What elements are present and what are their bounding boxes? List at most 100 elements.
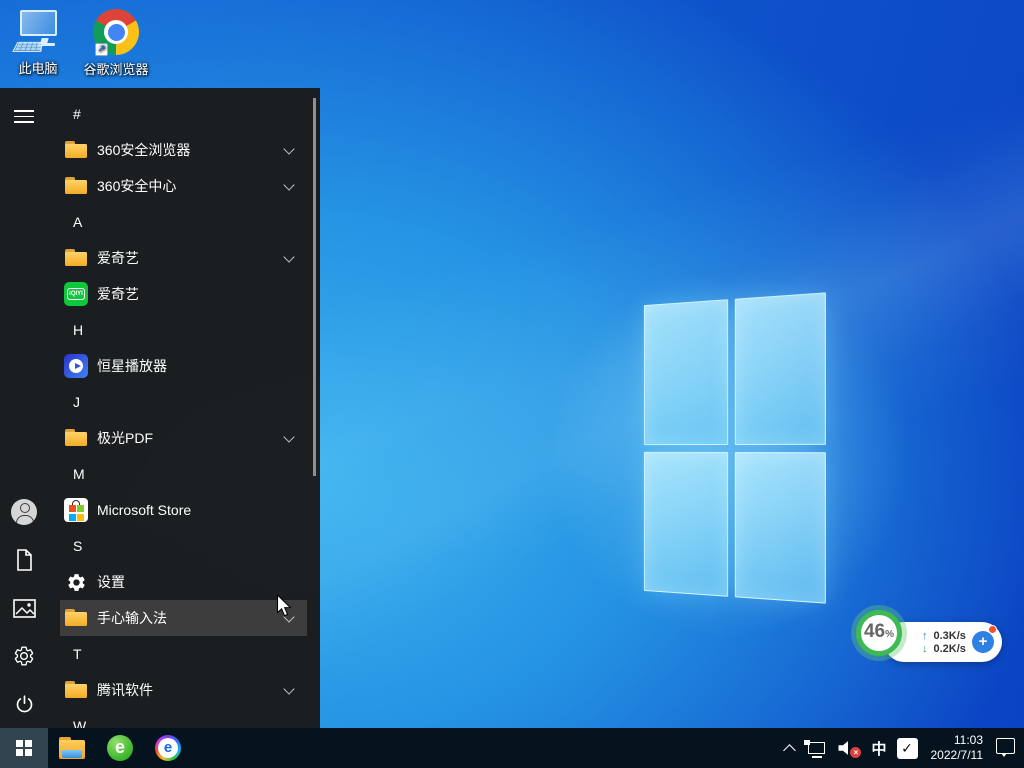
section-letter: S [73,538,82,554]
download-arrow-icon [922,643,928,655]
start-app-label: 360安全浏览器 [97,140,190,160]
start-menu: #360安全浏览器 360安全中心 A 爱奇艺 iQIYI 爱奇艺 H 恒星播放器 J 极光PDF… [0,88,320,728]
start-app-item[interactable]: 爱奇艺 [60,240,307,276]
rail-item-pictures[interactable] [0,584,48,632]
windows-flag-icon [16,740,32,756]
rail-item-settings[interactable] [0,632,48,680]
start-section-header[interactable]: J [60,384,307,420]
desktop-icon-chrome[interactable]: ↗ 谷歌浏览器 [79,8,153,78]
usage-percent: 46 [864,615,885,649]
tray-expand-chevron-icon[interactable] [784,744,797,757]
start-app-item[interactable]: Microsoft Store [60,492,307,528]
360-extreme-browser-icon [155,735,181,761]
start-app-label: 360安全中心 [97,176,176,196]
chevron-down-icon[interactable] [283,431,294,442]
usage-ball[interactable]: 46% [856,610,902,656]
taskbar-360-extreme-browser[interactable] [144,728,192,768]
chevron-down-icon[interactable] [283,143,294,154]
desktop-icon-this-pc[interactable]: 此电脑 [1,8,75,77]
documents-icon [15,549,34,571]
desktop: 此电脑 ↗ 谷歌浏览器 [0,0,1024,768]
start-app-item[interactable]: iQIYI 爱奇艺 [60,276,307,312]
folder-icon [64,606,88,630]
start-section-header[interactable]: W [60,708,307,728]
start-app-item[interactable]: 极光PDF [60,420,307,456]
section-letter: # [73,106,81,122]
upload-speed: 0.3K/s [934,630,966,642]
network-icon[interactable] [804,739,827,758]
folder-icon [64,174,88,198]
section-letter: T [73,646,82,662]
iqiyi-icon: iQIYI [64,282,88,306]
input-language-indicator[interactable]: 中 [871,738,886,759]
folder-icon [64,426,88,450]
this-pc-icon [14,8,62,56]
chevron-down-icon[interactable] [283,251,294,262]
file-explorer-icon [59,737,85,759]
system-tray: × 中 ✓ 11:03 2022/7/11 [785,728,1024,768]
rail-item-user[interactable] [0,488,48,536]
start-app-label: 恒星播放器 [97,356,167,376]
windows-logo-wallpaper [644,292,826,603]
start-app-label: 爱奇艺 [97,248,139,268]
upload-arrow-icon [922,630,928,642]
section-letter: H [73,322,83,338]
download-speed: 0.2K/s [934,643,966,655]
start-app-label: Microsoft Store [97,502,191,518]
widget-add-button[interactable]: + [972,631,994,653]
taskbar-360-secure-browser[interactable] [96,728,144,768]
start-section-header[interactable]: M [60,456,307,492]
mute-badge: × [850,747,861,758]
start-app-label: 爱奇艺 [97,284,139,304]
wallpaper-logo-pane [644,299,728,444]
start-section-header[interactable]: H [60,312,307,348]
start-section-header[interactable]: T [60,636,307,672]
start-section-header[interactable]: # [60,96,307,132]
folder-icon [64,246,88,270]
start-section-header[interactable]: S [60,528,307,564]
plus-icon: + [979,633,988,650]
folder-icon [64,678,88,702]
desktop-icon-label: 此电脑 [1,58,75,77]
start-menu-rail [0,88,48,728]
start-button[interactable] [0,728,48,768]
start-app-item[interactable]: 恒星播放器 [60,348,307,384]
section-letter: M [73,466,85,482]
start-app-label: 腾讯软件 [97,680,153,700]
player-icon [64,354,88,378]
wallpaper-logo-pane [644,451,728,596]
start-app-item[interactable]: 手心输入法 [60,600,307,636]
section-letter: J [73,394,80,410]
action-center-icon[interactable] [996,738,1015,754]
taskbar: × 中 ✓ 11:03 2022/7/11 [0,728,1024,768]
gear-icon [64,570,88,594]
rail-item-documents[interactable] [0,536,48,584]
volume-muted-icon[interactable]: × [837,739,861,758]
taskbar-file-explorer[interactable] [48,728,96,768]
taskbar-clock[interactable]: 11:03 2022/7/11 [931,733,984,763]
store-icon [64,498,88,522]
start-menu-scrollbar[interactable] [313,98,316,476]
section-letter: A [73,214,82,230]
start-app-list: #360安全浏览器 360安全中心 A 爱奇艺 iQIYI 爱奇艺 H 恒星播放器 J 极光PDF… [60,96,307,728]
rail-item-power[interactable] [0,680,48,728]
start-app-label: 设置 [97,572,125,592]
power-icon [14,694,35,715]
start-app-item[interactable]: 360安全中心 [60,168,307,204]
start-section-header[interactable]: A [60,204,307,240]
pictures-icon [13,599,36,618]
start-app-label: 手心输入法 [97,608,167,628]
start-app-label: 极光PDF [97,428,153,448]
360-secure-browser-icon [107,735,133,761]
hamburger-menu-icon[interactable] [14,110,34,123]
chevron-down-icon[interactable] [283,683,294,694]
wallpaper-logo-pane [734,452,826,604]
start-app-item[interactable]: 设置 [60,564,307,600]
chrome-icon: ↗ [92,9,140,57]
ime-indicator-icon[interactable]: ✓ [897,738,918,759]
start-app-item[interactable]: 腾讯软件 [60,672,307,708]
chevron-down-icon[interactable] [283,179,294,190]
start-app-item[interactable]: 360安全浏览器 [60,132,307,168]
tray-time: 11:03 [931,733,984,748]
shortcut-arrow-icon: ↗ [95,43,108,56]
